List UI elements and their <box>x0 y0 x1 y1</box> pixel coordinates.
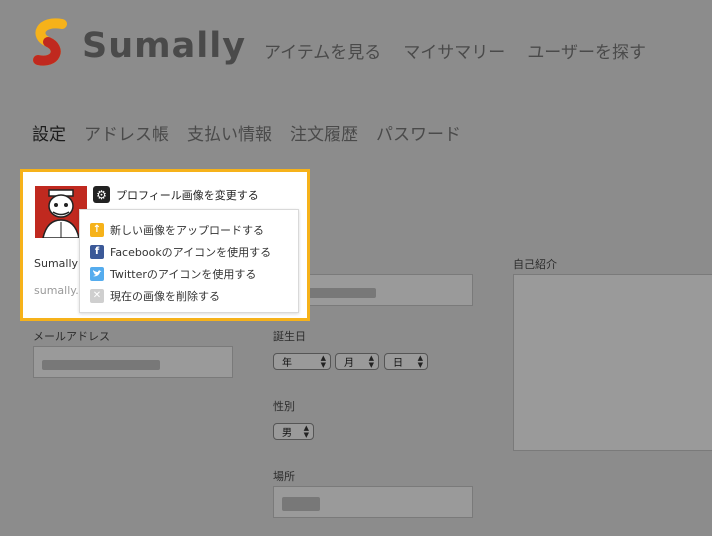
select-arrows-icon: ▲ ▼ <box>303 424 309 439</box>
tab-address-book[interactable]: アドレス帳 <box>84 120 169 145</box>
menu-upload-new-photo[interactable]: ↑ 新しい画像をアップロードする <box>80 219 298 241</box>
birthday-month-value: 月 <box>344 358 354 369</box>
birthday-year-select[interactable]: 年 ▲ ▼ <box>273 353 331 370</box>
settings-tabs: 設定 アドレス帳 支払い情報 注文履歴 パスワード <box>32 120 461 145</box>
redacted-text <box>42 360 160 370</box>
select-arrows-icon: ▲ ▼ <box>320 354 326 369</box>
menu-item-label: 新しい画像をアップロードする <box>110 224 264 237</box>
location-label: 場所 <box>273 470 295 483</box>
tab-password[interactable]: パスワード <box>376 120 461 145</box>
menu-use-twitter-icon[interactable]: Twitterのアイコンを使用する <box>80 263 298 285</box>
gear-icon: ⚙ <box>93 186 110 203</box>
email-field[interactable] <box>33 346 233 378</box>
menu-item-label: Facebookのアイコンを使用する <box>110 246 272 259</box>
location-field[interactable] <box>273 486 473 518</box>
nav-find-users[interactable]: ユーザーを探す <box>527 38 646 63</box>
bio-textarea[interactable] <box>513 274 712 451</box>
gender-value: 男 <box>282 428 292 439</box>
nav-my-sumally[interactable]: マイサマリー <box>403 38 505 63</box>
select-arrows-icon: ▲ ▼ <box>417 354 423 369</box>
birthday-month-select[interactable]: 月 ▲ ▼ <box>335 353 379 370</box>
tab-payment[interactable]: 支払い情報 <box>187 120 272 145</box>
profile-url: sumally. <box>34 284 79 297</box>
upload-icon: ↑ <box>90 223 104 237</box>
change-profile-photo-button[interactable]: ⚙ プロフィール画像を変更する <box>93 186 259 203</box>
select-arrows-icon: ▲ ▼ <box>368 354 374 369</box>
bio-label: 自己紹介 <box>513 258 557 271</box>
change-photo-label: プロフィール画像を変更する <box>116 188 259 202</box>
menu-delete-current-photo[interactable]: ✕ 現在の画像を削除する <box>80 285 298 307</box>
nav-browse-items[interactable]: アイテムを見る <box>264 38 381 63</box>
logo-text[interactable]: Sumally <box>82 24 246 68</box>
birthday-label: 誕生日 <box>273 330 306 343</box>
main-nav: アイテムを見る マイサマリー ユーザーを探す <box>264 38 646 63</box>
delete-icon: ✕ <box>90 289 104 303</box>
settings-page: Sumally アイテムを見る マイサマリー ユーザーを探す 設定 アドレス帳 … <box>0 0 712 536</box>
twitter-icon <box>90 267 104 281</box>
menu-use-facebook-icon[interactable]: f Facebookのアイコンを使用する <box>80 241 298 263</box>
birthday-day-select[interactable]: 日 ▲ ▼ <box>384 353 428 370</box>
birthday-day-value: 日 <box>393 358 403 369</box>
menu-item-label: 現在の画像を削除する <box>110 290 220 303</box>
tab-settings[interactable]: 設定 <box>32 120 66 145</box>
gender-label: 性別 <box>273 400 295 413</box>
menu-item-label: Twitterのアイコンを使用する <box>110 268 257 281</box>
photo-options-menu: ↑ 新しい画像をアップロードする f Facebookのアイコンを使用する Tw… <box>79 209 299 313</box>
gender-select[interactable]: 男 ▲ ▼ <box>273 423 314 440</box>
redacted-text <box>282 497 320 511</box>
facebook-icon: f <box>90 245 104 259</box>
email-label: メールアドレス <box>33 330 110 343</box>
sumally-logo-icon[interactable] <box>32 18 70 68</box>
profile-name: Sumally <box>34 257 79 270</box>
tab-order-history[interactable]: 注文履歴 <box>290 120 358 145</box>
birthday-year-value: 年 <box>282 358 292 369</box>
